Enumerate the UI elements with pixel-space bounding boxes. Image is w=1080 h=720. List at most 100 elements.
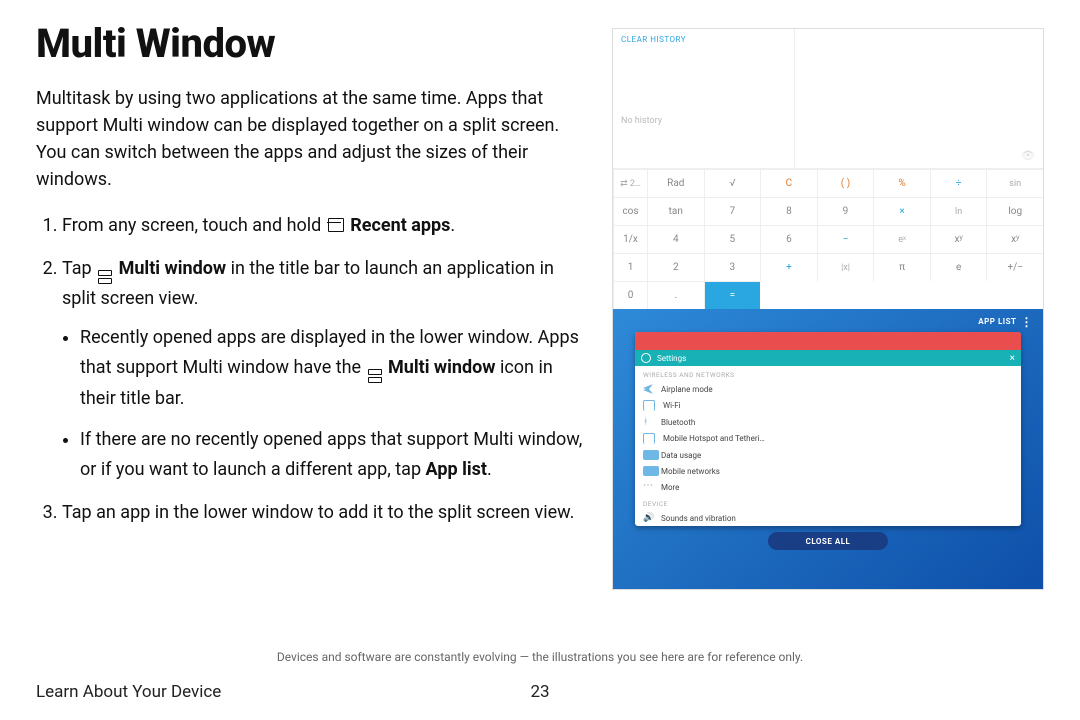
close-all-button: CLOSE ALL	[768, 532, 888, 550]
bullet-1-bold: Multi window	[388, 357, 496, 378]
key-percent: %	[873, 169, 930, 197]
recents-panel: APP LIST ⋮ Settings × WIRELESS AND NETWO…	[613, 309, 1043, 589]
card-accent-bar	[635, 332, 1021, 350]
bullet-2: If there are no recently opened apps tha…	[80, 425, 588, 486]
bullet-2-bold: App list	[426, 459, 487, 480]
step-2-bullets: Recently opened apps are displayed in th…	[62, 323, 588, 486]
step-3: Tap an app in the lower window to add it…	[62, 498, 588, 529]
key-9: 9	[817, 197, 874, 225]
card-title: Settings	[657, 354, 686, 363]
key-4: 4	[647, 225, 704, 253]
bullet-2-c: .	[487, 459, 492, 480]
row-hotspot-label: Mobile Hotspot and Tetheri…	[663, 434, 765, 443]
key-plus: +	[760, 253, 817, 281]
row-wifi: Wi-Fi	[635, 397, 1021, 414]
key-pm: +/−	[986, 253, 1043, 281]
row-data-label: Data usage	[661, 451, 701, 460]
key-equals: =	[704, 281, 761, 309]
key-abs: |x|	[817, 253, 874, 281]
step-1: From any screen, touch and hold Recent a…	[62, 211, 588, 242]
key-tan: tan	[647, 197, 704, 225]
step-2-text-a: Tap	[62, 258, 96, 279]
row-mobile: Mobile networks	[635, 463, 1021, 479]
key-log: log	[986, 197, 1043, 225]
device-illustration: CLEAR HISTORY No history 👁 ⇄ 2… Rad √ C …	[612, 28, 1044, 590]
bluetooth-icon: ᚼ	[643, 417, 653, 427]
more-icon: ⋮	[1021, 318, 1034, 326]
step-1-bold: Recent apps	[350, 215, 450, 236]
key-clear: C	[760, 169, 817, 197]
key-e: e	[930, 253, 987, 281]
row-data: Data usage	[635, 447, 1021, 463]
bullet-1: Recently opened apps are displayed in th…	[80, 323, 588, 415]
multi-window-icon	[368, 369, 382, 383]
no-history-text: No history	[621, 116, 786, 126]
data-icon	[643, 450, 653, 460]
section-device: DEVICE	[635, 495, 1021, 510]
key-5: 5	[704, 225, 761, 253]
hotspot-icon	[643, 433, 655, 444]
key-minus: −	[817, 225, 874, 253]
key-ex: eˣ	[873, 225, 930, 253]
key-toggle: ⇄ 2…	[613, 169, 647, 197]
key-1: 1	[613, 253, 647, 281]
close-icon: ×	[1010, 353, 1015, 364]
key-paren: ( )	[817, 169, 874, 197]
steps-list: From any screen, touch and hold Recent a…	[36, 211, 588, 528]
page-number: 23	[530, 682, 549, 702]
key-dot: .	[647, 281, 704, 309]
row-bt: ᚼ Bluetooth	[635, 414, 1021, 430]
key-0: 0	[613, 281, 647, 309]
key-ln: ln	[930, 197, 987, 225]
key-7: 7	[704, 197, 761, 225]
row-wifi-label: Wi-Fi	[663, 401, 681, 410]
row-more: ⋯ More	[635, 479, 1021, 495]
key-rad: Rad	[647, 169, 704, 197]
key-divide: ÷	[930, 169, 987, 197]
visibility-icon: 👁	[1021, 149, 1035, 162]
intro-text: Multitask by using two applications at t…	[36, 85, 588, 193]
app-list-label: APP LIST	[978, 317, 1016, 326]
step-1-text-c: .	[450, 215, 455, 236]
calculator-app: CLEAR HISTORY No history 👁 ⇄ 2… Rad √ C …	[613, 29, 1043, 309]
bullet-2-a: If there are no recently opened apps tha…	[80, 429, 582, 481]
settings-icon	[641, 353, 651, 363]
key-2: 2	[647, 253, 704, 281]
mobile-net-icon	[643, 466, 653, 476]
row-mobile-label: Mobile networks	[661, 467, 720, 476]
clear-history-link: CLEAR HISTORY	[621, 35, 786, 44]
row-sound-label: Sounds and vibration	[661, 514, 736, 523]
row-hotspot: Mobile Hotspot and Tetheri…	[635, 430, 1021, 447]
recent-app-card: Settings × WIRELESS AND NETWORKS Airplan…	[635, 332, 1021, 526]
key-8: 8	[760, 197, 817, 225]
key-cos: cos	[613, 197, 647, 225]
airplane-icon	[643, 384, 653, 394]
recent-apps-icon	[328, 218, 344, 232]
row-sound: 🔊 Sounds and vibration	[635, 510, 1021, 526]
key-inv: 1/x	[613, 225, 647, 253]
row-bt-label: Bluetooth	[661, 418, 695, 427]
footer-label: Learn About Your Device	[36, 682, 221, 702]
section-wireless: WIRELESS AND NETWORKS	[635, 366, 1021, 381]
key-xy2: xʸ	[986, 225, 1043, 253]
row-airplane: Airplane mode	[635, 381, 1021, 397]
footnote: Devices and software are constantly evol…	[0, 650, 1080, 664]
more-dots-icon: ⋯	[643, 482, 653, 492]
key-xy1: xʸ	[930, 225, 987, 253]
page-title: Multi Window	[36, 20, 588, 67]
row-more-label: More	[661, 483, 679, 492]
step-2-bold: Multi window	[119, 258, 227, 279]
key-sqrt: √	[704, 169, 761, 197]
key-sin: sin	[986, 169, 1043, 197]
wifi-icon	[643, 400, 655, 411]
key-3: 3	[704, 253, 761, 281]
calc-keyboard: ⇄ 2… Rad √ C ( ) % ÷ sin cos tan 7 8 9 ×	[613, 169, 1043, 309]
multi-window-icon	[98, 270, 112, 284]
card-titlebar: Settings ×	[635, 350, 1021, 366]
step-2: Tap Multi window in the title bar to lau…	[62, 254, 588, 486]
key-multiply: ×	[873, 197, 930, 225]
sound-icon: 🔊	[643, 513, 653, 523]
key-pi: π	[873, 253, 930, 281]
key-6: 6	[760, 225, 817, 253]
step-1-text-a: From any screen, touch and hold	[62, 215, 326, 236]
